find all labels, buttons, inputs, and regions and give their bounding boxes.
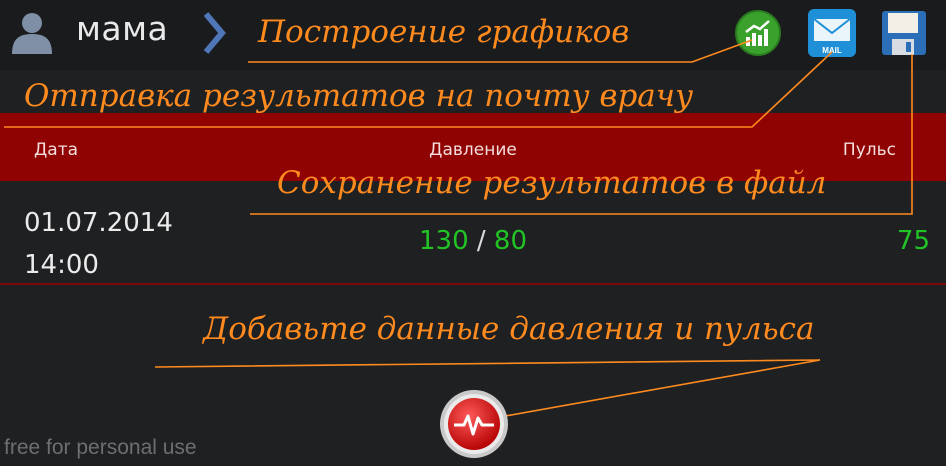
charts-button[interactable] <box>732 7 784 59</box>
column-header-pressure: Давление <box>429 140 517 160</box>
mail-badge-label: MAIL <box>822 46 842 55</box>
save-button[interactable] <box>878 7 930 59</box>
diastolic-value: 80 <box>493 226 528 256</box>
systolic-value: 130 <box>418 226 469 256</box>
column-header-pulse: Пульс <box>842 140 896 160</box>
annotation-charts: Построение графиков <box>258 14 630 50</box>
annotation-add: Добавьте данные давления и пульса <box>203 311 815 347</box>
row-pressure: 130 / 80 <box>0 226 946 256</box>
pressure-separator: / <box>476 226 486 256</box>
chevron-right-icon <box>203 12 226 54</box>
profile-name[interactable]: мама <box>76 9 168 48</box>
annotation-save: Сохранение результатов в файл <box>277 165 827 201</box>
mail-button[interactable]: MAIL <box>806 7 858 59</box>
watermark: free for personal use <box>4 436 197 459</box>
mail-icon: MAIL <box>808 9 856 57</box>
annotation-mail: Отправка результатов на почту врачу <box>24 78 694 114</box>
user-avatar-icon[interactable] <box>10 10 54 54</box>
row-divider <box>0 283 946 285</box>
row-pulse: 75 <box>896 226 930 256</box>
add-measurement-button[interactable] <box>438 388 510 460</box>
